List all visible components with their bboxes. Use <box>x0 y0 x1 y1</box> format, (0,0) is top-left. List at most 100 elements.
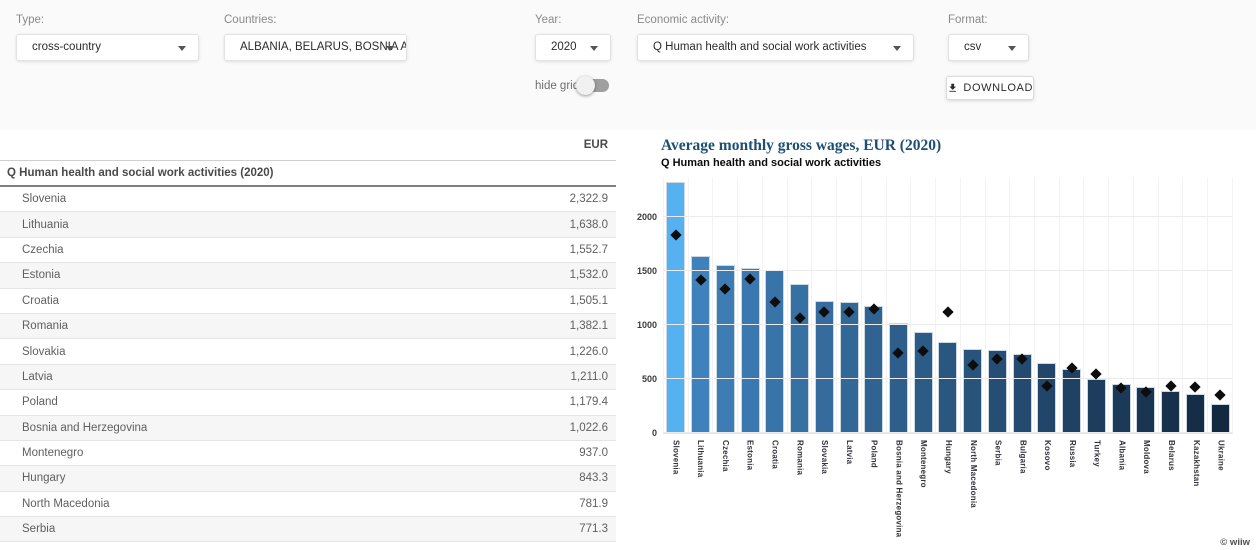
row-country: Serbia <box>0 523 579 535</box>
row-value: 781.9 <box>579 498 616 510</box>
hide-grid-label: hide grid <box>535 80 579 92</box>
x-axis-label-slot: Belarus <box>1159 436 1184 546</box>
table-unit-header: EUR <box>0 130 616 160</box>
activity-select[interactable]: Q Human health and social work activitie… <box>637 34 914 61</box>
row-value: 843.3 <box>579 472 616 484</box>
table-row: Slovenia2,322.9 <box>0 187 616 212</box>
gridline-horizontal <box>663 216 1232 217</box>
row-value: 1,532.0 <box>570 269 616 281</box>
row-country: Poland <box>0 396 570 408</box>
chart-bar-slovakia[interactable] <box>815 301 834 433</box>
chart-title: Average monthly gross wages, EUR (2020) <box>661 137 941 155</box>
x-axis-label-slot: Czechia <box>713 436 738 546</box>
x-axis-label-slot: Croatia <box>762 436 787 546</box>
row-country: Bosnia and Herzegovina <box>0 422 570 434</box>
row-value: 771.3 <box>579 523 616 535</box>
row-value: 1,022.6 <box>570 422 616 434</box>
row-value: 2,322.9 <box>570 193 616 205</box>
x-axis-label-slot: Serbia <box>985 436 1010 546</box>
chart-bar-croatia[interactable] <box>765 270 784 433</box>
format-select[interactable]: csv <box>948 34 1029 61</box>
marker-diamond-belarus[interactable] <box>1165 380 1176 391</box>
type-select[interactable]: cross-country <box>16 34 199 61</box>
row-country: Slovakia <box>0 346 570 358</box>
marker-diamond-kazakhstan[interactable] <box>1190 381 1201 392</box>
chevron-down-icon <box>178 46 186 51</box>
chart-bar-belarus[interactable] <box>1161 391 1180 433</box>
y-axis-tick-label: 2000 <box>625 212 657 222</box>
table-row: Lithuania1,638.0 <box>0 212 616 237</box>
chart-bar-estonia[interactable] <box>741 268 760 434</box>
table-row: Latvia1,211.0 <box>0 365 616 390</box>
format-select-value: csv <box>964 41 981 53</box>
row-country: Czechia <box>0 244 570 256</box>
x-axis-label: Serbia <box>994 440 1002 466</box>
x-axis-label-slot: Moldova <box>1134 436 1159 546</box>
download-button[interactable]: DOWNLOAD <box>946 76 1034 100</box>
x-axis-label-slot: Kazakhstan <box>1183 436 1208 546</box>
y-axis-tick-label: 1000 <box>625 320 657 330</box>
countries-label: Countries: <box>224 14 276 26</box>
chart-bar-turkey[interactable] <box>1087 379 1106 433</box>
row-country: Slovenia <box>0 193 570 205</box>
chart-bar-romania[interactable] <box>790 284 809 433</box>
x-axis-label: Latvia <box>845 440 853 464</box>
activity-select-value: Q Human health and social work activitie… <box>653 41 867 53</box>
chart-bar-latvia[interactable] <box>840 302 859 433</box>
x-axis-label-slot: Slovakia <box>812 436 837 546</box>
row-value: 1,382.1 <box>570 320 616 332</box>
activity-label: Economic activity: <box>637 14 729 26</box>
chevron-down-icon <box>386 46 394 51</box>
x-axis-label-slot: Latvia <box>836 436 861 546</box>
chart-bar-ukraine[interactable] <box>1211 404 1230 433</box>
chart-bar-bulgaria[interactable] <box>1013 354 1032 433</box>
x-axis-label-slot: Poland <box>861 436 886 546</box>
marker-diamond-ukraine[interactable] <box>1214 389 1225 400</box>
download-button-label: DOWNLOAD <box>963 82 1033 94</box>
table-section-header: Q Human health and social work activitie… <box>0 160 616 187</box>
hide-grid-toggle[interactable] <box>576 76 610 95</box>
marker-diamond-hungary[interactable] <box>942 306 953 317</box>
table-row: Hungary843.3 <box>0 466 616 491</box>
wiiw-wages-app: Type: cross-country Countries: ALBANIA, … <box>0 0 1256 550</box>
credit-text: © wiiw <box>1220 537 1250 548</box>
row-value: 1,179.4 <box>570 396 616 408</box>
x-axis-label: Belarus <box>1167 440 1175 471</box>
row-country: Latvia <box>0 371 570 383</box>
x-axis-label-slot: North Macedonia <box>960 436 985 546</box>
x-axis-label: Russia <box>1068 440 1076 467</box>
chevron-down-icon <box>590 46 598 51</box>
x-axis-label: Poland <box>870 440 878 468</box>
gridline-horizontal <box>663 378 1232 379</box>
x-axis-label: Bulgaria <box>1018 440 1026 474</box>
type-label: Type: <box>16 14 44 26</box>
row-country: Lithuania <box>0 219 570 231</box>
chevron-down-icon <box>893 46 901 51</box>
chart-bar-kazakhstan[interactable] <box>1186 394 1205 433</box>
countries-select[interactable]: ALBANIA, BELARUS, BOSNIA AND <box>224 34 407 61</box>
row-value: 937.0 <box>579 447 616 459</box>
year-select[interactable]: 2020 <box>535 34 611 61</box>
x-axis-label: Turkey <box>1093 440 1101 467</box>
chart-bar-hungary[interactable] <box>938 342 957 433</box>
x-axis-label: Bosnia and Herzegovina <box>894 440 902 537</box>
row-country: North Macedonia <box>0 498 579 510</box>
y-axis-tick-label: 0 <box>625 428 657 438</box>
chart-bar-kosovo[interactable] <box>1037 363 1056 433</box>
x-axis-label-slot: Bosnia and Herzegovina <box>886 436 911 546</box>
table-rows: Slovenia2,322.9Lithuania1,638.0Czechia1,… <box>0 187 616 542</box>
chart-bar-slovenia[interactable] <box>666 182 685 433</box>
toolbar: Type: cross-country Countries: ALBANIA, … <box>0 0 1256 130</box>
table-row: Poland1,179.4 <box>0 390 616 415</box>
x-axis-label-slot: Montenegro <box>911 436 936 546</box>
x-axis-label-slot: Bulgaria <box>1010 436 1035 546</box>
row-value: 1,552.7 <box>570 244 616 256</box>
x-axis-label: North Macedonia <box>969 440 977 508</box>
table-row: Serbia771.3 <box>0 517 616 542</box>
x-axis-label-slot: Slovenia <box>663 436 688 546</box>
table-row: North Macedonia781.9 <box>0 492 616 517</box>
row-country: Hungary <box>0 472 579 484</box>
table-row: Croatia1,505.1 <box>0 289 616 314</box>
x-axis-label: Moldova <box>1142 440 1150 474</box>
toggle-knob <box>576 76 595 95</box>
